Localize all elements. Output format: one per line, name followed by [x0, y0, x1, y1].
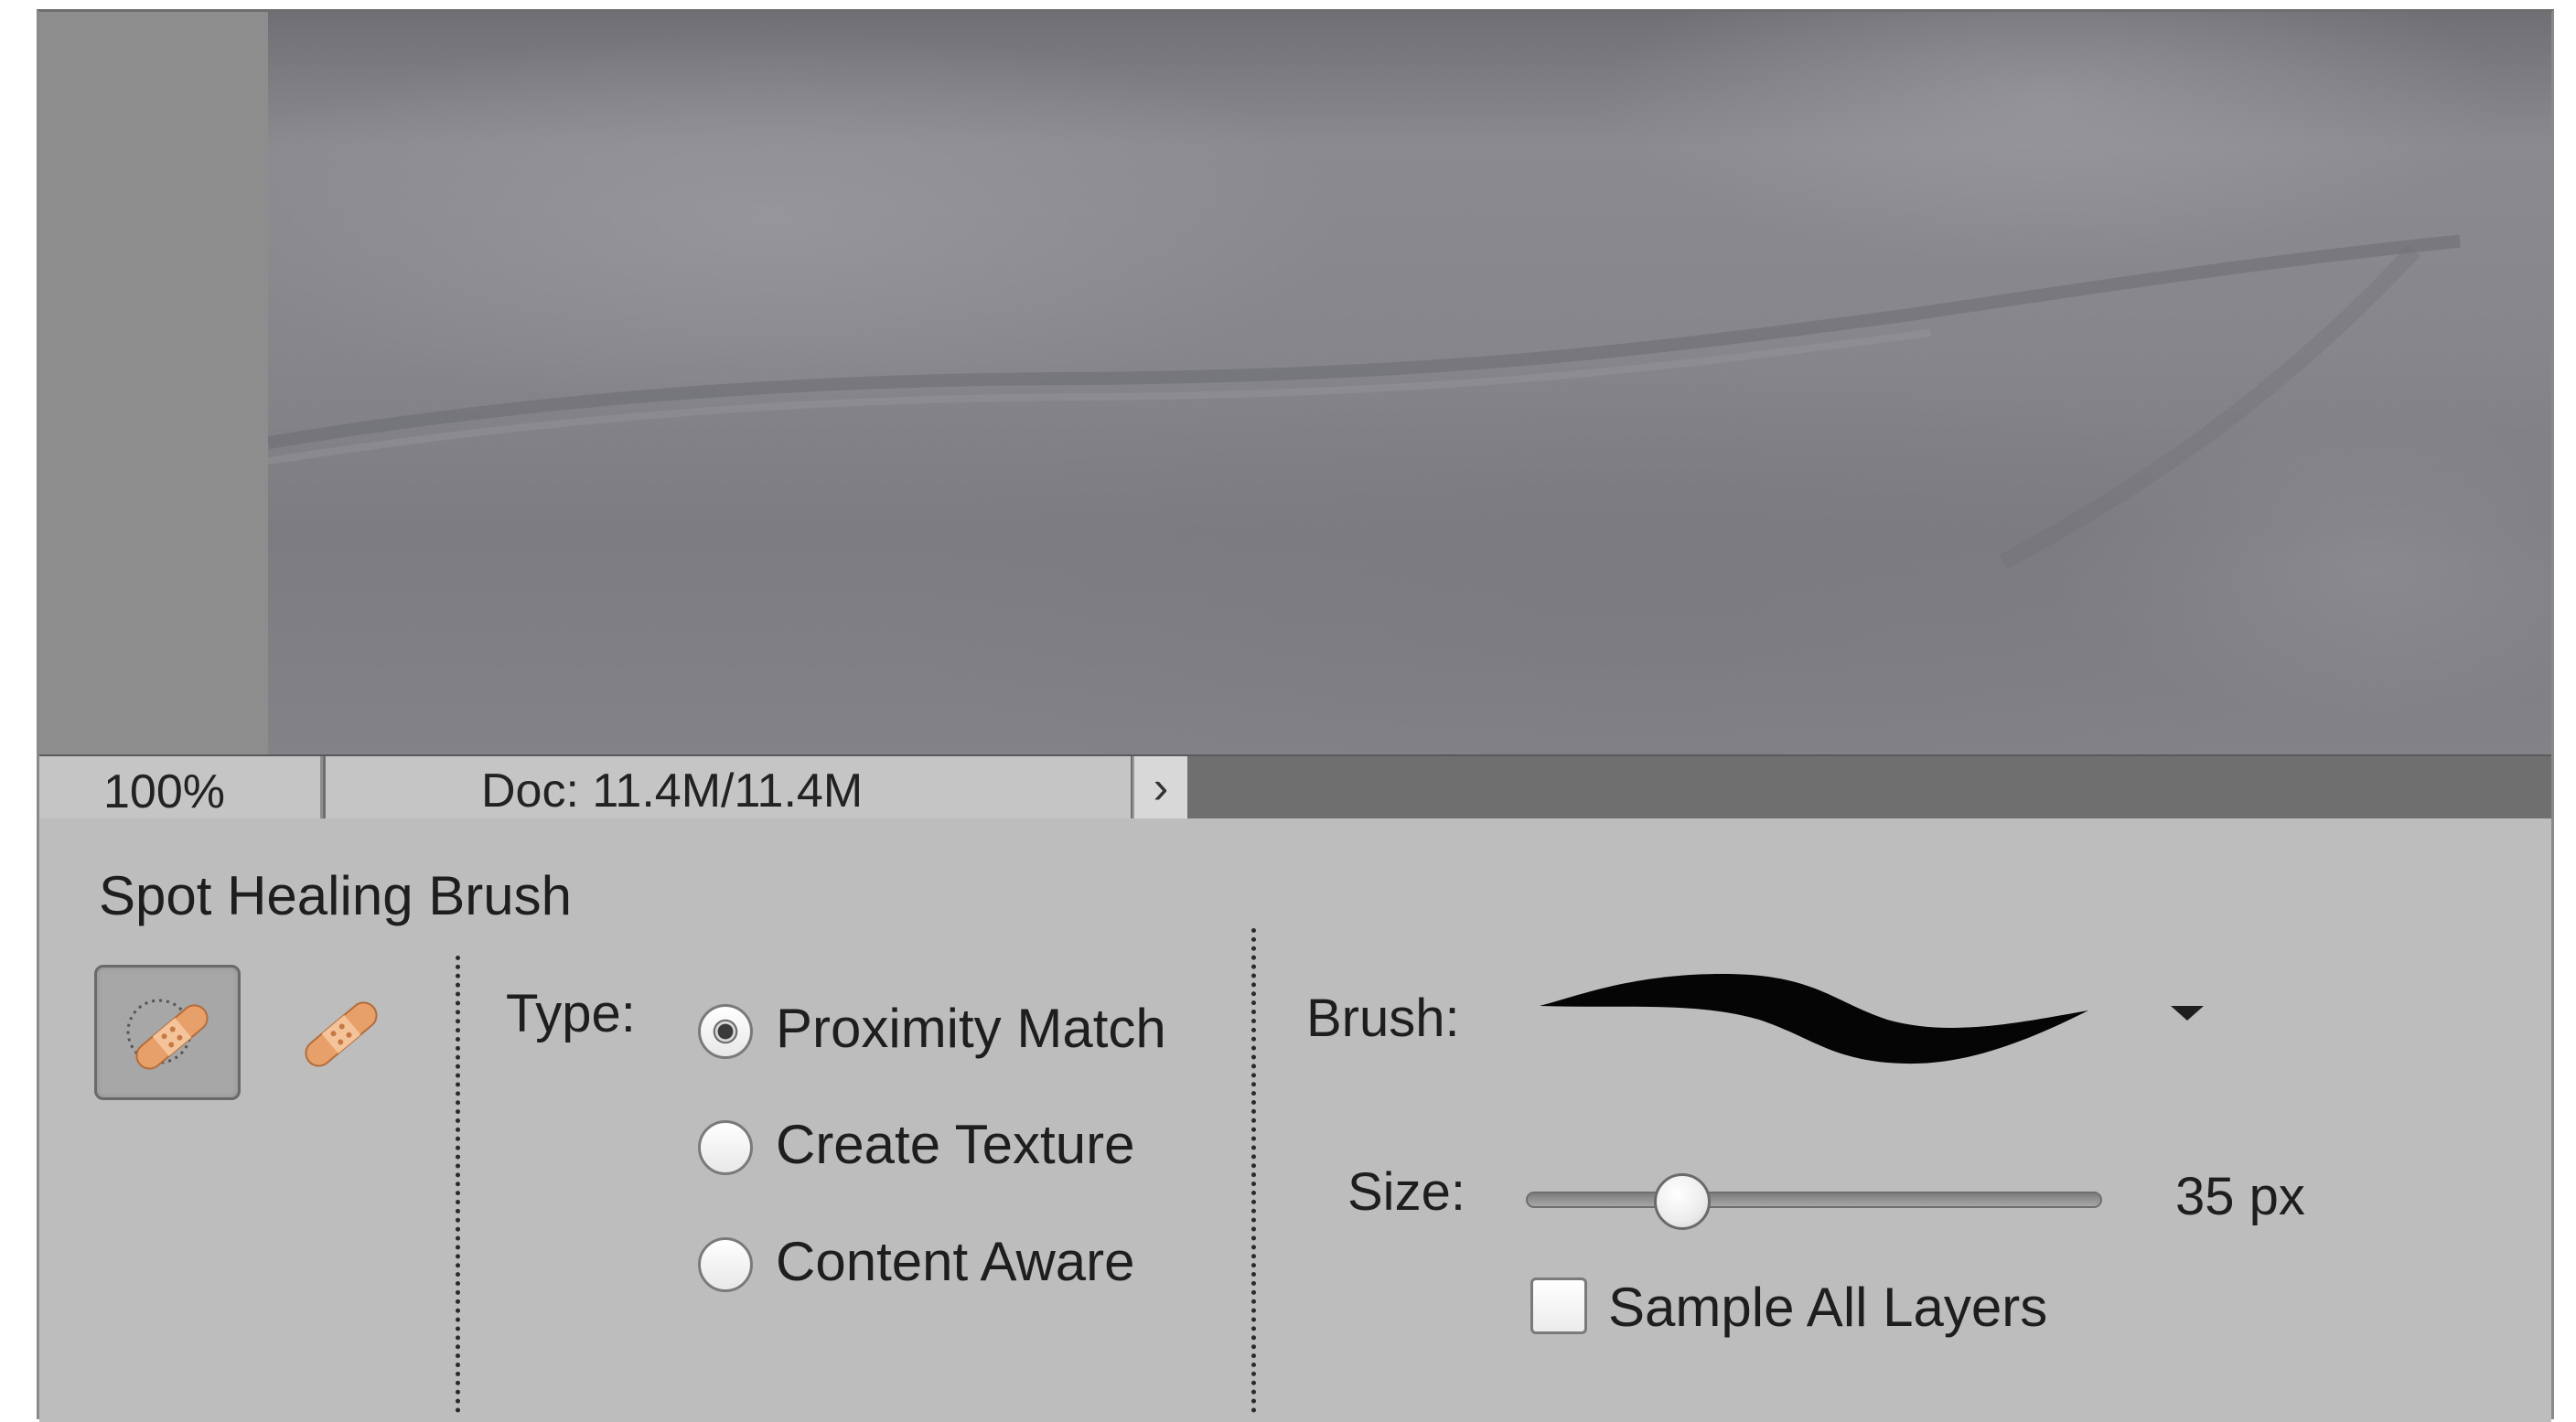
radio-label[interactable]: Content Aware — [776, 1230, 1135, 1293]
radio-label[interactable]: Proximity Match — [776, 997, 1166, 1060]
radio-button[interactable] — [698, 1120, 753, 1175]
status-bar: 100% Doc: 11.4M/11.4M › — [39, 754, 2551, 818]
size-slider-handle[interactable] — [1654, 1173, 1712, 1230]
brush-label: Brush: — [1306, 989, 1460, 1048]
status-menu-button[interactable]: › — [1132, 756, 1187, 818]
radio-button[interactable] — [698, 1004, 753, 1059]
sample-all-layers-label[interactable]: Sample All Layers — [1608, 1276, 2047, 1339]
size-label: Size: — [1347, 1162, 1465, 1222]
brush-dropdown-icon[interactable] — [2171, 1006, 2204, 1021]
size-value: 35 px — [2175, 1167, 2305, 1226]
photo-editor-window: 100% Doc: 11.4M/11.4M › Spot Healing Bru… — [37, 9, 2554, 1422]
tool-title: Spot Healing Brush — [99, 865, 572, 926]
separator — [456, 956, 460, 1413]
fabric-fold-lines — [268, 234, 2461, 570]
spot-healing-brush-tool-button[interactable] — [94, 965, 241, 1100]
spot-healing-brush-icon — [126, 999, 209, 1070]
brush-preview[interactable] — [1540, 956, 2088, 1084]
sample-all-layers-checkbox[interactable] — [1530, 1278, 1587, 1334]
separator — [1251, 928, 1256, 1413]
radio-button[interactable] — [698, 1237, 753, 1292]
zoom-level[interactable]: 100% — [39, 756, 323, 818]
size-slider[interactable] — [1526, 1173, 2102, 1230]
radio-label[interactable]: Create Texture — [776, 1113, 1134, 1176]
type-label: Type: — [506, 984, 636, 1043]
healing-brush-icon — [305, 1001, 378, 1067]
canvas-area[interactable] — [39, 12, 2551, 754]
healing-brush-tool-button[interactable] — [268, 965, 414, 1100]
tool-options-bar: Spot Healing Brush Type: Proximity Match… — [39, 818, 2551, 1422]
photo-canvas[interactable] — [268, 12, 2551, 754]
radio-selected-dot — [717, 1023, 734, 1040]
document-info: Doc: 11.4M/11.4M — [326, 756, 1131, 818]
